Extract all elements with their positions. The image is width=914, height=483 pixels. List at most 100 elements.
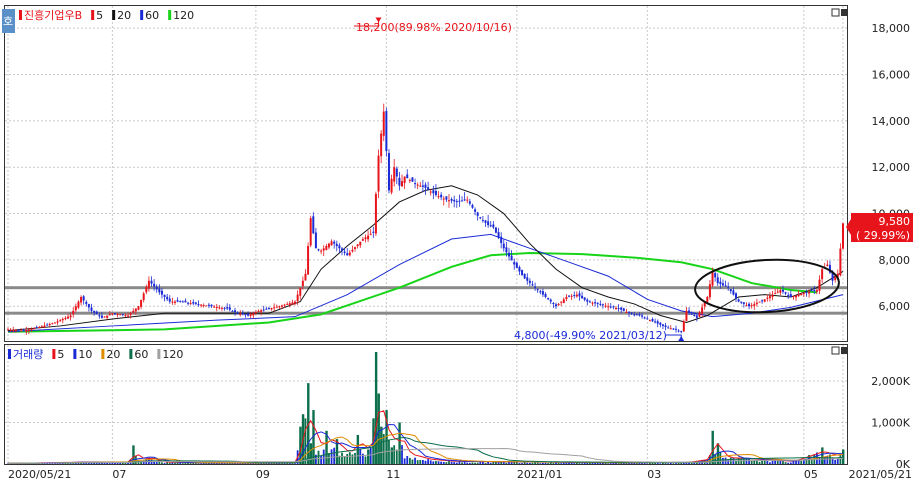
candle-body bbox=[113, 313, 116, 315]
volume-bar bbox=[200, 463, 202, 464]
candle-body bbox=[528, 280, 531, 284]
volume-bar bbox=[369, 447, 372, 464]
candle-body bbox=[150, 280, 153, 284]
candle-body bbox=[484, 220, 487, 223]
close-button[interactable] bbox=[841, 9, 848, 16]
volume-bar bbox=[427, 459, 430, 464]
volume-bar bbox=[448, 461, 450, 464]
candle-body bbox=[489, 225, 492, 227]
candle-body bbox=[317, 249, 320, 251]
candle-body bbox=[275, 306, 278, 308]
candle-body bbox=[377, 155, 380, 192]
candle-body bbox=[296, 294, 299, 302]
candle-body bbox=[61, 318, 64, 321]
candle-body bbox=[547, 298, 550, 300]
volume-bar bbox=[602, 462, 604, 464]
volume-maximize-button[interactable] bbox=[831, 346, 840, 355]
candle-body bbox=[690, 313, 693, 315]
volume-spike bbox=[821, 447, 824, 464]
volume-bar bbox=[432, 461, 435, 464]
candle-body bbox=[763, 299, 766, 302]
candle-body bbox=[432, 190, 435, 194]
volume-bar bbox=[208, 463, 210, 464]
volume-bar bbox=[163, 463, 166, 464]
volume-bar bbox=[168, 462, 171, 464]
candle-body bbox=[641, 315, 644, 317]
volume-bar bbox=[635, 463, 638, 464]
volume-bar bbox=[753, 460, 756, 464]
stock-chart: 6,0008,00010,00012,00014,00016,00018,000… bbox=[2, 5, 913, 481]
candle-body bbox=[612, 306, 615, 308]
volume-bar bbox=[630, 463, 633, 464]
x-tick-label: 09 bbox=[256, 468, 270, 481]
volume-bar bbox=[445, 462, 448, 464]
volume-close-button[interactable] bbox=[841, 347, 848, 354]
volume-bar bbox=[333, 447, 336, 464]
legend-label: 5 bbox=[57, 348, 64, 361]
volume-bar bbox=[171, 462, 174, 464]
candle-body bbox=[458, 200, 461, 202]
candle-body bbox=[594, 302, 597, 304]
volume-bar bbox=[304, 418, 307, 464]
volume-bar bbox=[740, 459, 743, 464]
candle-body bbox=[505, 247, 508, 253]
candle-body bbox=[278, 306, 281, 308]
candle-body bbox=[575, 294, 578, 297]
volume-bar bbox=[789, 462, 792, 464]
volume-bar bbox=[455, 462, 458, 464]
candle-body bbox=[442, 198, 445, 200]
x-tick-label: 2021/05/21 bbox=[849, 468, 912, 481]
volume-spike bbox=[390, 447, 393, 464]
volume-bar bbox=[320, 455, 323, 464]
candle-body bbox=[348, 252, 351, 256]
candle-body bbox=[447, 200, 450, 202]
candle-body bbox=[385, 111, 388, 151]
candle-body bbox=[239, 313, 242, 315]
volume-bar bbox=[328, 453, 330, 464]
candle-body bbox=[244, 314, 247, 316]
volume-bar bbox=[205, 463, 208, 464]
candle-body bbox=[338, 245, 341, 249]
x-tick-label: 2021/01 bbox=[517, 468, 563, 481]
legend-label: 5 bbox=[96, 9, 103, 22]
candle-body bbox=[518, 267, 521, 272]
candle-body bbox=[727, 286, 730, 288]
volume-bar bbox=[758, 461, 761, 464]
candle-body bbox=[93, 310, 96, 313]
code-badge-label: 호 bbox=[3, 15, 13, 28]
candle-body bbox=[327, 243, 330, 248]
volume-bar bbox=[108, 463, 111, 464]
candle-body bbox=[539, 291, 542, 293]
candle-body bbox=[774, 293, 777, 295]
candle-body bbox=[646, 318, 649, 320]
candle-body bbox=[367, 235, 370, 240]
candle-body bbox=[651, 319, 654, 322]
candle-body bbox=[706, 296, 709, 303]
volume-bar bbox=[542, 462, 544, 464]
volume-bar bbox=[495, 461, 497, 464]
candle-body bbox=[461, 200, 464, 202]
volume-bar bbox=[622, 462, 625, 464]
volume-spike bbox=[367, 449, 370, 464]
candle-body bbox=[750, 305, 753, 307]
volume-bar bbox=[742, 458, 745, 464]
candle-body bbox=[166, 296, 169, 300]
candle-body bbox=[659, 322, 662, 325]
candle-body bbox=[90, 307, 93, 311]
volume-bar bbox=[466, 462, 469, 464]
volume-bar bbox=[354, 452, 356, 464]
candle-body bbox=[108, 314, 111, 316]
candle-body bbox=[330, 241, 333, 246]
candle-body bbox=[283, 304, 286, 306]
maximize-button[interactable] bbox=[831, 8, 840, 17]
volume-bar bbox=[560, 463, 563, 464]
candle-body bbox=[588, 301, 591, 303]
legend-label: 60 bbox=[134, 348, 148, 361]
candle-body bbox=[792, 296, 795, 298]
candle-body bbox=[119, 314, 122, 316]
volume-bar bbox=[612, 463, 615, 464]
x-tick-labels: 2020/05/21 07 09 11 2021/01 03 05 2021/05/21 bbox=[8, 468, 912, 481]
candle-body bbox=[333, 241, 336, 244]
candle-body bbox=[455, 201, 458, 203]
candle-body bbox=[570, 295, 573, 297]
